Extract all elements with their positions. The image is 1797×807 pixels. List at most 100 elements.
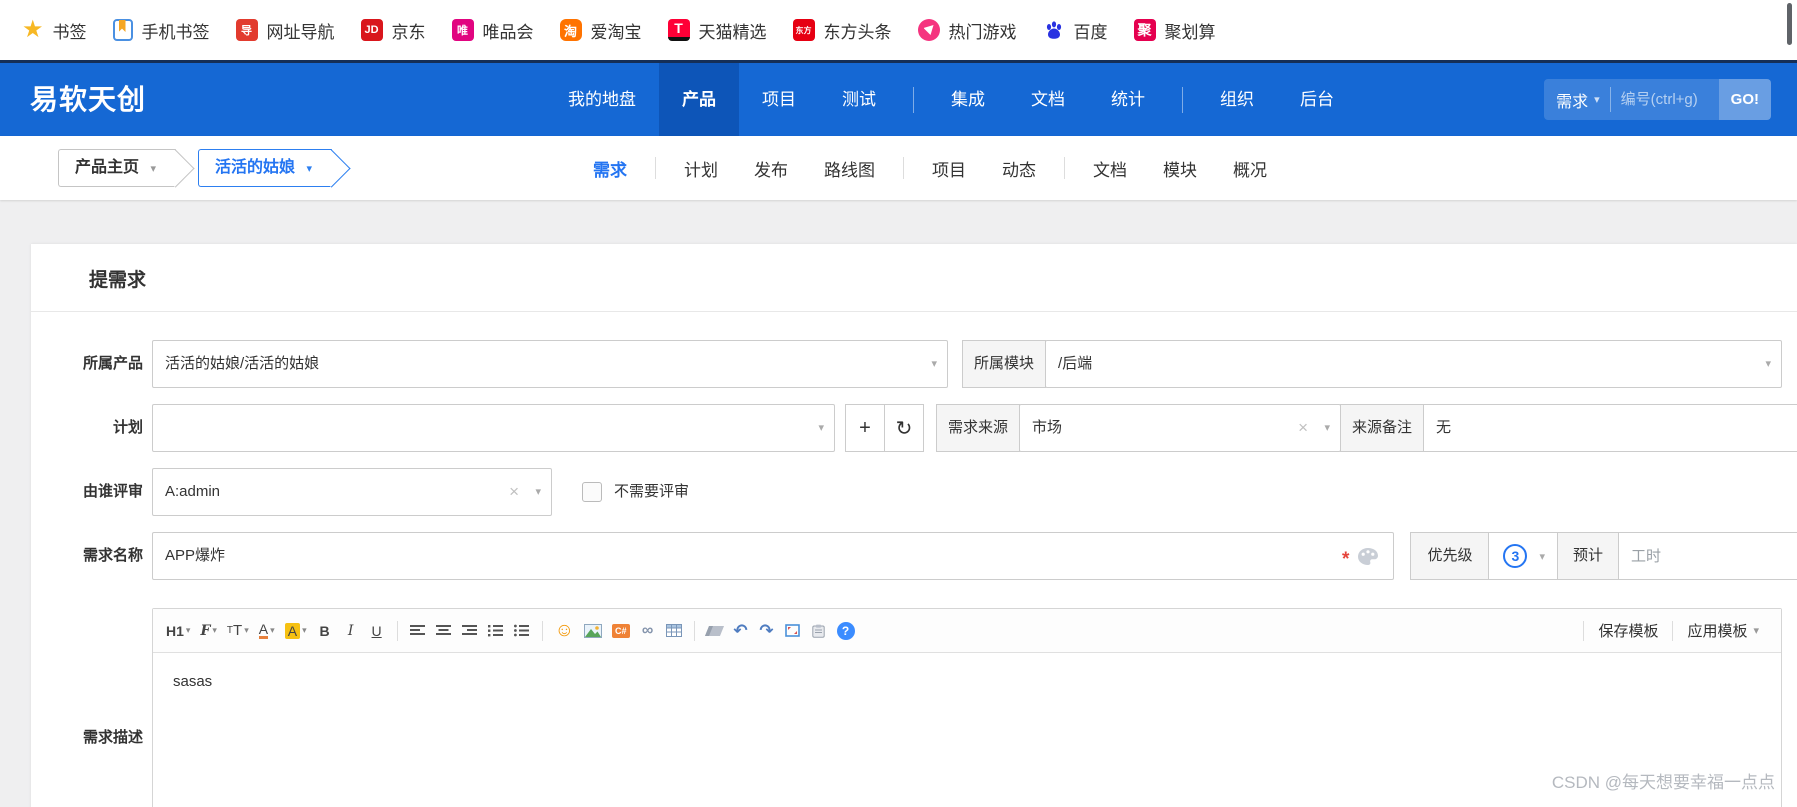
bookmark-item[interactable]: 东方 东方头条	[792, 18, 892, 43]
bookmark-item[interactable]: 导 网址导航	[235, 18, 335, 43]
align-right-button[interactable]	[458, 617, 482, 645]
reviewer-select[interactable]: A:admin × ▾	[152, 468, 552, 516]
clear-icon[interactable]: ×	[1298, 405, 1308, 451]
bookmark-item[interactable]: T 天猫精选	[667, 18, 767, 43]
bookmark-item[interactable]: 聚 聚划算	[1133, 18, 1216, 43]
breadcrumb: 产品主页 ▾ 活活的姑娘 ▾	[58, 149, 332, 187]
search-type-dropdown[interactable]: 需求 ▾	[1544, 88, 1610, 112]
align-left-button[interactable]	[406, 617, 430, 645]
redo-icon: ↷	[759, 620, 774, 640]
source-select[interactable]: 市场 × ▾	[1019, 404, 1342, 452]
nav-item-stats[interactable]: 统计	[1088, 63, 1168, 136]
chevron-down-icon: ▾	[931, 358, 937, 370]
tab-project[interactable]: 项目	[914, 156, 984, 181]
no-review-checkbox[interactable]	[582, 482, 602, 502]
bookmark-item[interactable]: ★ 书签	[22, 18, 87, 43]
tab-doc[interactable]: 文档	[1075, 156, 1145, 181]
story-name-input[interactable]: APP爆炸 *	[152, 532, 1395, 580]
quick-search: 需求 ▾ GO!	[1544, 79, 1771, 120]
redo-button[interactable]: ↷	[755, 617, 779, 645]
nav-item-integration[interactable]: 集成	[928, 63, 1008, 136]
underline-button[interactable]: U	[365, 617, 389, 645]
bookmark-item[interactable]: 热门游戏	[917, 18, 1017, 43]
add-plan-button[interactable]: +	[845, 404, 885, 452]
align-center-button[interactable]	[432, 617, 456, 645]
code-csharp-button[interactable]: C#	[608, 617, 634, 645]
bookmark-label: 聚划算	[1164, 22, 1216, 42]
nav-item-my[interactable]: 我的地盘	[545, 63, 659, 136]
bookmark-item[interactable]: JD 京东	[360, 18, 426, 43]
module-select[interactable]: /后端 ▾	[1045, 340, 1782, 388]
palette-icon[interactable]	[1357, 547, 1379, 566]
priority-select[interactable]: 3 ▾	[1488, 532, 1558, 580]
main-nav: 我的地盘 产品 项目 测试 集成 文档 统计 组织 后台	[545, 63, 1357, 136]
priority-badge: 3	[1503, 544, 1528, 568]
tab-module[interactable]: 模块	[1145, 156, 1215, 181]
description-textarea[interactable]: sasas	[153, 653, 1781, 807]
tab-overview[interactable]: 概况	[1215, 156, 1285, 181]
tab-roadmap[interactable]: 路线图	[806, 156, 893, 181]
plan-select[interactable]: ▾	[152, 404, 835, 452]
apply-template-button[interactable]: 应用模板 ▾	[1673, 620, 1773, 641]
tab-release[interactable]: 发布	[736, 156, 806, 181]
nav-item-product[interactable]: 产品	[659, 63, 739, 136]
remove-format-button[interactable]	[703, 617, 727, 645]
browser-scrollbar-thumb[interactable]	[1787, 3, 1792, 45]
italic-button[interactable]: I	[339, 617, 363, 645]
tab-plan[interactable]: 计划	[666, 156, 736, 181]
story-name-value: APP爆炸	[165, 547, 226, 564]
tab-story[interactable]: 需求	[575, 156, 645, 181]
product-select[interactable]: 活活的姑娘/活活的姑娘 ▾	[152, 340, 948, 388]
ordered-list-button[interactable]	[484, 617, 508, 645]
font-color-button[interactable]: A ▾	[255, 617, 279, 645]
refresh-plans-button[interactable]: ↻	[884, 404, 924, 452]
nav-item-test[interactable]: 测试	[819, 63, 899, 136]
save-template-button[interactable]: 保存模板	[1584, 620, 1672, 641]
help-button[interactable]: ?	[833, 617, 859, 645]
insert-table-button[interactable]	[662, 617, 686, 645]
heading-button[interactable]: H1 ▾	[162, 617, 194, 645]
emoji-button[interactable]: ☺	[551, 617, 578, 645]
brand-logo[interactable]: 易软天创	[30, 63, 146, 136]
mobile-bookmark-icon	[112, 19, 133, 41]
field-label-product: 所属产品	[82, 355, 143, 372]
taobao-icon: 淘	[559, 19, 582, 41]
baidu-paw-icon	[1042, 19, 1065, 41]
nav-item-org[interactable]: 组织	[1197, 63, 1277, 136]
bookmark-item[interactable]: 手机书签	[112, 18, 210, 43]
breadcrumb-product-home[interactable]: 产品主页 ▾	[58, 149, 176, 187]
insert-link-button[interactable]: ∞	[636, 617, 660, 645]
search-input[interactable]	[1610, 91, 1719, 108]
bookmark-item[interactable]: 百度	[1042, 18, 1108, 43]
highlight-color-button[interactable]: A ▾	[281, 617, 311, 645]
toolbar-divider	[693, 620, 695, 641]
module-group: 所属模块 /后端 ▾	[962, 340, 1782, 388]
fullscreen-button[interactable]	[781, 617, 805, 645]
clear-icon[interactable]: ×	[509, 469, 519, 515]
nav-item-doc[interactable]: 文档	[1008, 63, 1088, 136]
undo-button[interactable]: ↶	[729, 617, 753, 645]
page-title: 提需求	[31, 244, 1797, 312]
bookmark-item[interactable]: 唯 唯品会	[451, 18, 534, 43]
paste-button[interactable]	[807, 617, 831, 645]
help-icon: ?	[836, 621, 855, 640]
go-button[interactable]: GO!	[1718, 79, 1771, 120]
bookmark-item[interactable]: 淘 爱淘宝	[559, 18, 642, 43]
field-label-plan: 计划	[112, 419, 143, 436]
chevron-down-icon: ▾	[150, 163, 156, 175]
template-buttons: 保存模板 应用模板 ▾	[1583, 620, 1773, 641]
align-right-icon	[462, 625, 478, 635]
source-note-field[interactable]: 无	[1423, 404, 1797, 452]
font-family-button[interactable]: F ▾	[196, 617, 220, 645]
insert-image-button[interactable]	[580, 617, 606, 645]
bookmark-label: 东方头条	[823, 22, 892, 42]
estimate-input[interactable]	[1618, 532, 1797, 580]
nav-item-admin[interactable]: 后台	[1277, 63, 1357, 136]
tab-dynamic[interactable]: 动态	[984, 156, 1054, 181]
nav-item-project[interactable]: 项目	[739, 63, 819, 136]
unordered-list-button[interactable]	[510, 617, 534, 645]
font-size-button[interactable]: TT ▾	[223, 617, 253, 645]
breadcrumb-current-product[interactable]: 活活的姑娘 ▾	[198, 149, 332, 187]
bold-button[interactable]: B	[313, 617, 337, 645]
no-review-label[interactable]: 不需要评审	[614, 468, 689, 516]
